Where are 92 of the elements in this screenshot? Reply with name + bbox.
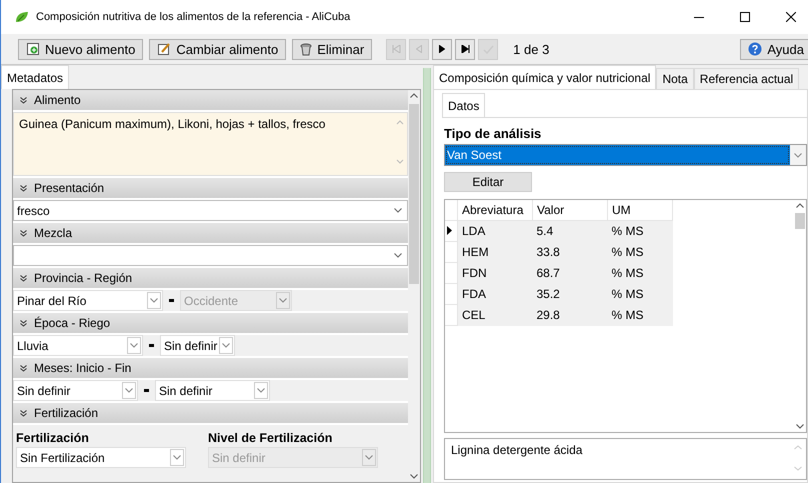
scroll-thumb[interactable] bbox=[409, 104, 419, 284]
dash-icon bbox=[169, 299, 174, 302]
dash-icon bbox=[149, 344, 154, 347]
dropdown[interactable] bbox=[13, 245, 408, 266]
row-indicator[interactable] bbox=[445, 220, 458, 242]
scroll-down-icon[interactable] bbox=[796, 424, 804, 429]
table-cell: % MS bbox=[608, 262, 672, 284]
table-cell: % MS bbox=[608, 304, 672, 326]
edit-button[interactable]: Editar bbox=[444, 172, 532, 192]
table-cell: % MS bbox=[608, 220, 672, 242]
trash-icon bbox=[300, 42, 312, 56]
scrollbar-drawing bbox=[794, 443, 802, 473]
section-title: Provincia - Región bbox=[34, 271, 132, 285]
section-header[interactable]: Meses: Inicio - Fin bbox=[13, 358, 408, 378]
window-title: Composición nutritiva de los alimentos de la referencia - AliCuba bbox=[36, 11, 350, 23]
description-box: Lignina detergente ácida bbox=[444, 438, 807, 480]
section-title: Presentación bbox=[34, 181, 104, 195]
section-header[interactable]: Época - Riego bbox=[13, 313, 408, 333]
table-cell: % MS bbox=[608, 284, 672, 304]
dropdown[interactable]: fresco bbox=[13, 200, 408, 221]
next-icon bbox=[439, 45, 446, 53]
table-cell: FDN bbox=[458, 262, 532, 284]
previous-icon bbox=[416, 45, 422, 53]
help-button[interactable]: Ayuda bbox=[740, 38, 808, 60]
tab[interactable]: Referencia actual bbox=[694, 68, 800, 89]
collapse-chevron-icon bbox=[20, 410, 27, 416]
table-cell: 29.8 bbox=[532, 304, 608, 326]
section-title: Fertilización bbox=[34, 406, 98, 420]
text-area[interactable]: Guinea (Panicum maximum), Likoni, hojas + tallos, fresco bbox=[13, 112, 408, 176]
field-label: Nivel de Fertilización bbox=[208, 431, 334, 445]
toolbar-button[interactable]: Cambiar alimento bbox=[149, 38, 286, 60]
dash-icon bbox=[144, 389, 149, 392]
tab[interactable]: Datos bbox=[442, 93, 486, 117]
dropdown[interactable]: Pinar del Río bbox=[13, 290, 163, 311]
pencil-icon bbox=[157, 42, 172, 56]
tab[interactable]: Metadatos bbox=[1, 65, 70, 89]
dropdown[interactable]: Sin definir bbox=[160, 335, 235, 356]
section-header[interactable]: Provincia - Región bbox=[13, 268, 408, 288]
column-header[interactable]: Abreviatura bbox=[458, 200, 532, 220]
field-label: Tipo de análisis bbox=[444, 126, 542, 141]
table-cell: FDA bbox=[458, 284, 532, 304]
scroll-up-icon[interactable] bbox=[796, 203, 804, 208]
help-icon bbox=[748, 42, 762, 56]
row-pointer-icon bbox=[447, 226, 452, 235]
leaf-icon bbox=[15, 11, 29, 23]
dropdown[interactable]: Lluvia bbox=[13, 335, 143, 356]
record-counter: 1 de 3 bbox=[513, 42, 550, 56]
collapse-chevron-icon bbox=[20, 96, 27, 104]
field-label: Fertilización bbox=[16, 431, 90, 445]
close-icon[interactable] bbox=[786, 12, 796, 22]
first-icon bbox=[392, 45, 401, 53]
section-title: Mezcla bbox=[34, 226, 72, 240]
nav-button[interactable] bbox=[432, 38, 452, 60]
scroll-up-icon[interactable] bbox=[410, 93, 418, 98]
collapse-chevron-icon bbox=[20, 364, 27, 372]
dropdown[interactable]: Sin definir bbox=[155, 380, 270, 401]
table-cell: CEL bbox=[458, 304, 532, 326]
maximize-icon[interactable] bbox=[740, 12, 750, 22]
scroll-thumb[interactable] bbox=[795, 213, 805, 229]
column-header[interactable]: UM bbox=[608, 200, 672, 220]
scrollbar[interactable] bbox=[408, 90, 420, 482]
table-cell: LDA bbox=[458, 220, 532, 242]
section-header[interactable]: Fertilización bbox=[13, 403, 408, 423]
toolbar-button[interactable]: Eliminar bbox=[292, 38, 372, 60]
section-header[interactable]: Alimento bbox=[13, 90, 408, 110]
section-title: Meses: Inicio - Fin bbox=[34, 361, 132, 375]
last-icon bbox=[460, 45, 470, 53]
scroll-down-icon[interactable] bbox=[410, 474, 418, 479]
section-title: Alimento bbox=[34, 93, 81, 107]
table-cell: 5.4 bbox=[532, 220, 608, 242]
dropdown[interactable]: Sin definir bbox=[13, 380, 138, 401]
table-cell: 68.7 bbox=[532, 262, 608, 284]
section-title: Época - Riego bbox=[34, 316, 110, 330]
tab[interactable]: Nota bbox=[656, 68, 694, 89]
collapse-chevron-icon bbox=[20, 230, 27, 236]
tab[interactable]: Composición química y valor nutricional bbox=[433, 65, 656, 89]
table-cell: 35.2 bbox=[532, 284, 608, 304]
nav-button[interactable] bbox=[455, 38, 476, 60]
table-cell: 33.8 bbox=[532, 242, 608, 262]
collapse-chevron-icon bbox=[20, 320, 27, 326]
toolbar-button[interactable]: Nuevo alimento bbox=[18, 38, 144, 60]
collapse-chevron-icon bbox=[20, 184, 27, 192]
collapse-chevron-icon bbox=[20, 274, 27, 282]
table-cell: HEM bbox=[458, 242, 532, 262]
dropdown[interactable]: Van Soest bbox=[444, 144, 807, 166]
document-add-icon bbox=[26, 42, 40, 56]
table-cell: % MS bbox=[608, 242, 672, 262]
column-header[interactable]: Valor bbox=[532, 200, 608, 220]
dropdown[interactable]: Sin Fertilización bbox=[16, 447, 186, 468]
section-header[interactable]: Presentación bbox=[13, 178, 408, 198]
splitter-bar[interactable] bbox=[423, 68, 431, 483]
section-header[interactable]: Mezcla bbox=[13, 223, 408, 243]
